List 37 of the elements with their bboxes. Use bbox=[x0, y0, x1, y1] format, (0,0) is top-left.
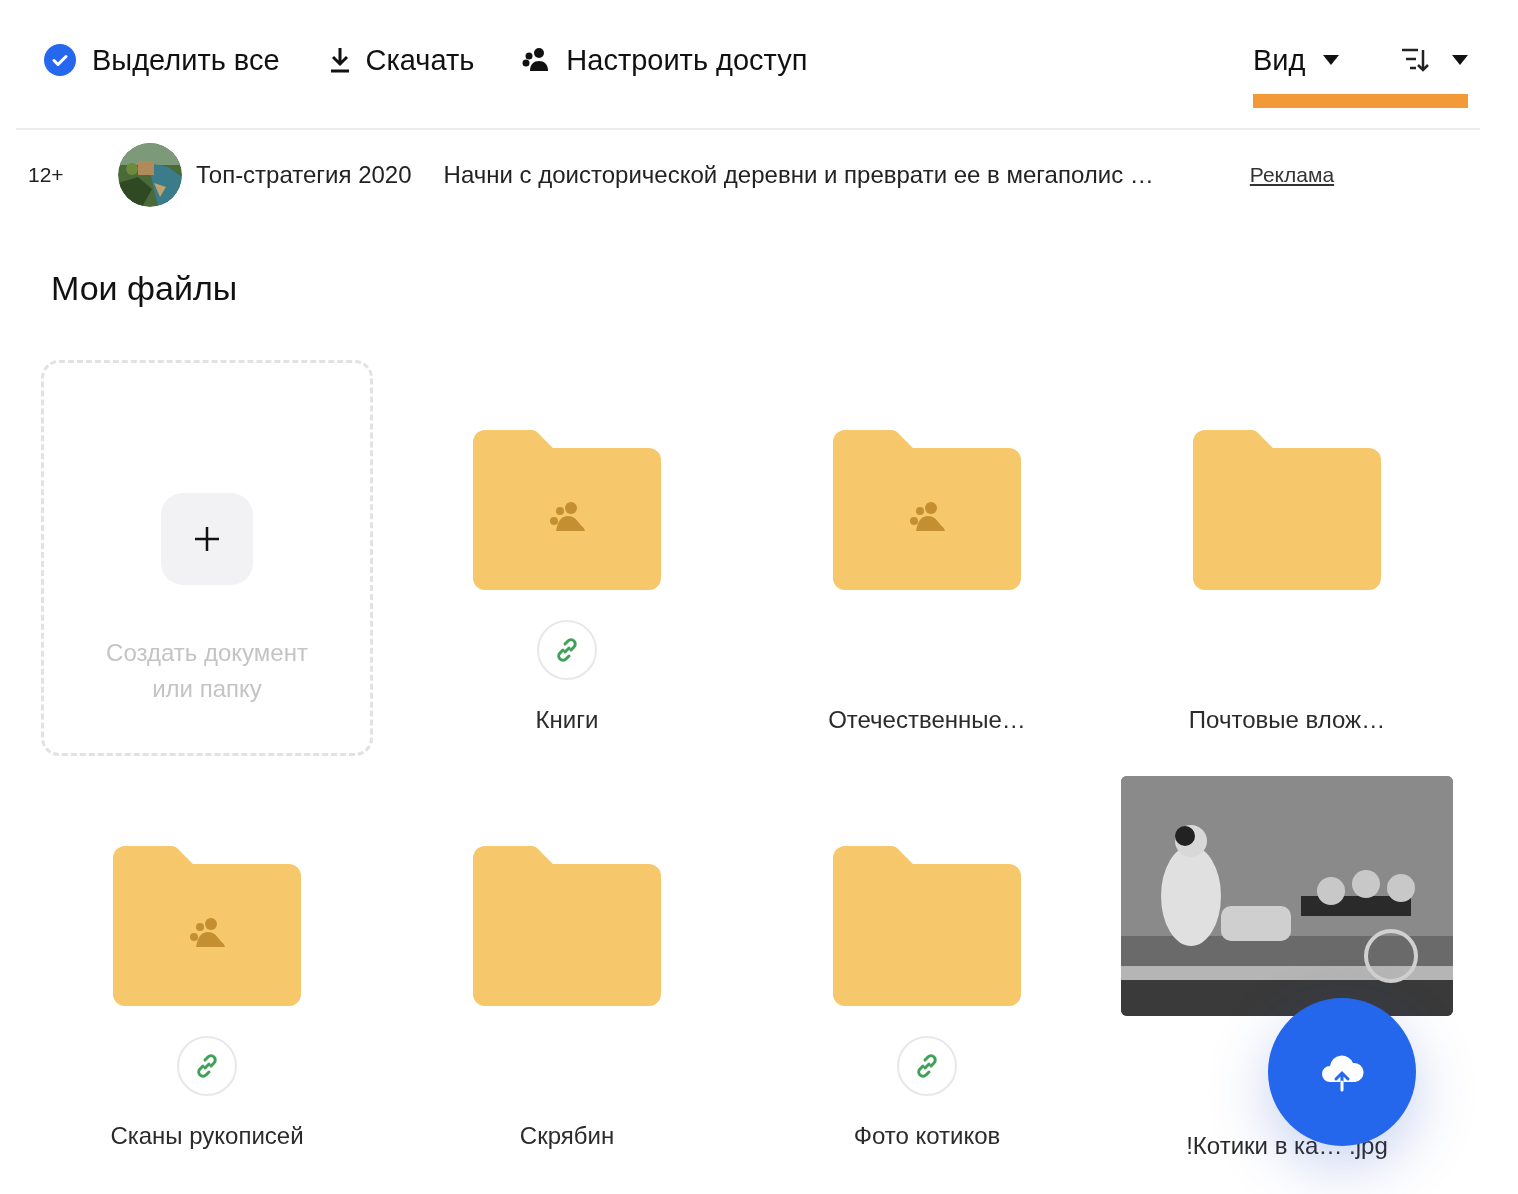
page-title: Мои файлы bbox=[51, 268, 239, 308]
ad-title: Топ-стратегия 2020 bbox=[196, 161, 412, 189]
people-icon bbox=[190, 918, 225, 947]
folder-icon[interactable] bbox=[1193, 430, 1381, 590]
folder-icon[interactable] bbox=[833, 846, 1021, 1006]
people-icon bbox=[910, 502, 945, 531]
people-icon bbox=[550, 502, 585, 531]
file-name: Книги bbox=[535, 706, 599, 734]
file-name: Отечественные… bbox=[828, 706, 1026, 734]
ad-link[interactable]: Реклама bbox=[1249, 163, 1335, 187]
file-name: Почтовые влож… bbox=[1188, 706, 1386, 734]
share-button[interactable]: Настроить доступ bbox=[522, 40, 808, 80]
link-button[interactable] bbox=[897, 1036, 957, 1096]
file-name: Скрябин bbox=[519, 1122, 615, 1150]
age-rating: 12+ bbox=[28, 163, 65, 187]
plus-button[interactable] bbox=[161, 493, 253, 585]
folder-icon[interactable] bbox=[473, 430, 661, 590]
link-button[interactable] bbox=[537, 620, 597, 680]
link-button[interactable] bbox=[177, 1036, 237, 1096]
select-all-button[interactable]: Выделить все bbox=[44, 40, 280, 80]
caret-icon bbox=[1323, 55, 1340, 65]
link-icon bbox=[554, 637, 580, 663]
file-name: Фото котиков bbox=[853, 1122, 1001, 1150]
ad-text: Начни с доисторической деревни и преврати ее в мегаполис … bbox=[443, 161, 1154, 189]
file-name: !Котики в ка… .jpg bbox=[1186, 1132, 1388, 1160]
folder-icon[interactable] bbox=[833, 430, 1021, 590]
link-icon bbox=[914, 1053, 940, 1079]
folder-icon[interactable] bbox=[113, 846, 301, 1006]
create-label: Создать документ или папку bbox=[105, 638, 309, 704]
file-name: Сканы рукописей bbox=[110, 1122, 304, 1150]
caret-icon bbox=[1452, 55, 1468, 65]
sort-icon bbox=[1400, 47, 1432, 73]
folder-icon[interactable] bbox=[473, 846, 661, 1006]
plus-icon bbox=[194, 526, 220, 552]
view-dropdown[interactable]: Вид bbox=[1253, 40, 1340, 80]
download-button[interactable]: Скачать bbox=[327, 40, 475, 80]
link-icon bbox=[194, 1053, 220, 1079]
